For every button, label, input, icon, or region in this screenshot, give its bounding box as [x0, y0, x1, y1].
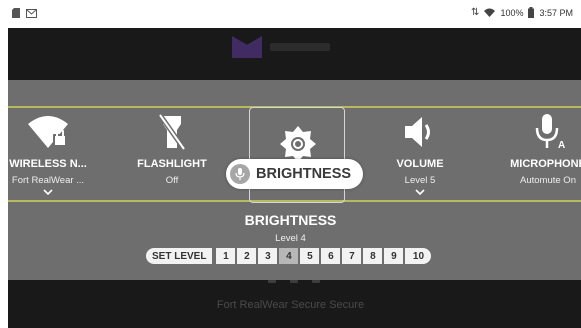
- level-button-6[interactable]: 6: [321, 248, 341, 264]
- arrows-icon: ⇅: [471, 6, 480, 18]
- wifi-lock-icon: [28, 116, 68, 148]
- brightness-voice-pill[interactable]: BRIGHTNESS: [226, 159, 364, 189]
- flashlight-subtitle: Off: [165, 175, 179, 186]
- wifi-icon: [484, 8, 496, 17]
- carousel-item-flashlight[interactable]: FLASHLIGHT Off: [122, 108, 222, 200]
- level-button-5[interactable]: 5: [300, 248, 320, 264]
- microphone-subtitle: Automute On: [520, 175, 576, 186]
- carousel-item-microphone[interactable]: A MICROPHONE Automute On: [498, 108, 581, 200]
- level-selector: SET LEVEL 1 2 3 4 5 6 7 8 9 10: [146, 248, 432, 264]
- level-button-3[interactable]: 3: [258, 248, 278, 264]
- brightness-pill-label: BRIGHTNESS: [256, 166, 352, 182]
- flashlight-title: FLASHLIGHT: [137, 158, 207, 170]
- status-bar: ⇅ 100% 3:57 PM: [0, 0, 581, 28]
- detail-subtitle: Level 4: [275, 233, 306, 244]
- settings-carousel: WIRELESS N... Fort RealWear ... FLASHLIG…: [8, 106, 581, 203]
- wireless-title: WIRELESS N...: [9, 158, 87, 170]
- set-level-label[interactable]: SET LEVEL: [146, 248, 213, 264]
- microphone-title: MICROPHONE: [510, 158, 581, 170]
- chevron-down-icon[interactable]: [415, 188, 425, 196]
- detail-title: BRIGHTNESS: [244, 212, 337, 228]
- svg-text:A: A: [558, 140, 565, 151]
- flashlight-off-icon: [157, 113, 187, 151]
- carousel-item-volume[interactable]: VOLUME Level 5: [370, 108, 470, 200]
- logo-wordmark: [270, 43, 330, 51]
- carousel-item-wireless[interactable]: WIRELESS N... Fort RealWear ...: [0, 108, 98, 200]
- level-button-2[interactable]: 2: [237, 248, 257, 264]
- volume-title: VOLUME: [396, 158, 444, 170]
- battery-icon: [528, 7, 535, 18]
- level-button-1[interactable]: 1: [216, 248, 236, 264]
- footer-text: Fort RealWear Secure Secure: [216, 299, 365, 311]
- voice-mic-icon: [230, 164, 250, 184]
- level-button-9[interactable]: 9: [384, 248, 404, 264]
- level-button-10[interactable]: 10: [405, 248, 432, 264]
- app-logo: [232, 36, 330, 58]
- sim-card-icon: [12, 8, 20, 18]
- volume-subtitle: Level 5: [404, 175, 436, 186]
- logo-mark-icon: [232, 36, 262, 58]
- chevron-down-icon[interactable]: [43, 188, 53, 196]
- mail-icon: [26, 8, 37, 18]
- level-button-7[interactable]: 7: [342, 248, 362, 264]
- volume-icon: [405, 117, 430, 147]
- wireless-subtitle: Fort RealWear ...: [11, 175, 85, 186]
- level-button-4[interactable]: 4: [279, 248, 299, 264]
- level-button-8[interactable]: 8: [363, 248, 383, 264]
- brightness-icon: [280, 126, 316, 162]
- clock-time: 3:57 PM: [539, 7, 573, 18]
- microphone-icon: A: [535, 114, 565, 151]
- battery-percent: 100%: [500, 7, 524, 18]
